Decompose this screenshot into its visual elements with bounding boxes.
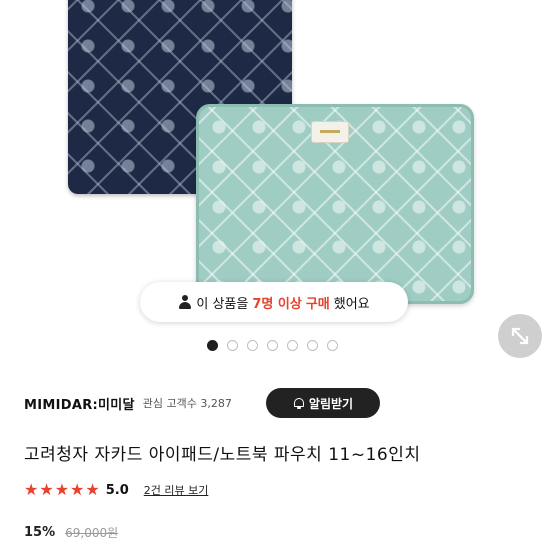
carousel-dot[interactable] — [267, 340, 278, 351]
follow-label: 알림받기 — [308, 396, 354, 411]
buyers-notice-prefix: 이 상품을 — [196, 296, 249, 312]
review-link[interactable]: 2건 리뷰 보기 — [144, 482, 209, 498]
expand-icon — [511, 327, 529, 345]
follow-shop-button[interactable]: 알림받기 — [266, 388, 380, 418]
product-title: 고려청자 자카드 아이패드/노트북 파우치 11~16인치 — [24, 445, 421, 465]
rating-value: 5.0 — [105, 482, 129, 498]
carousel-dot[interactable] — [207, 340, 218, 351]
buyers-notice-action: 구매 — [305, 296, 330, 312]
star-icon: ★ — [70, 480, 85, 499]
carousel-dot[interactable] — [327, 340, 338, 351]
shop-followers: 관심 고객수 3,287 — [142, 397, 232, 410]
buyers-notice-suffix: 했어요 — [333, 296, 370, 312]
carousel-dot[interactable] — [247, 340, 258, 351]
buyers-notice-count: 7명 이상 — [252, 296, 302, 312]
carousel-dot[interactable] — [227, 340, 238, 351]
shop-name[interactable]: MIMIDAR:미미달 — [24, 394, 135, 413]
star-icon: ★ — [39, 480, 54, 499]
pouch-brand-tab — [311, 121, 349, 143]
star-icon: ★ — [54, 480, 70, 499]
star-icon: ★ — [24, 480, 39, 499]
price-row: 15% 69,000원 — [24, 524, 118, 541]
buyers-notice-pill: 이 상품을 7명 이상 구매 했어요 — [140, 282, 408, 322]
carousel-dot[interactable] — [287, 340, 298, 351]
bell-icon — [293, 397, 305, 409]
carousel-dot[interactable] — [307, 340, 318, 351]
mint-pouch-image — [196, 104, 474, 304]
star-icon: ★ — [85, 480, 100, 499]
star-rating: ★ ★ ★ ★ ★ — [24, 482, 100, 498]
product-image-carousel[interactable]: 이 상품을 7명 이상 구매 했어요 — [0, 0, 554, 372]
shop-info-row: MIMIDAR:미미달 관심 고객수 3,287 알림받기 — [24, 388, 534, 418]
discount-rate: 15% — [24, 525, 56, 540]
carousel-indicator — [207, 340, 338, 351]
expand-image-button[interactable] — [498, 314, 542, 358]
person-icon — [178, 295, 192, 309]
original-price: 69,000원 — [65, 526, 119, 540]
rating-row: ★ ★ ★ ★ ★ 5.0 2건 리뷰 보기 — [24, 482, 208, 498]
